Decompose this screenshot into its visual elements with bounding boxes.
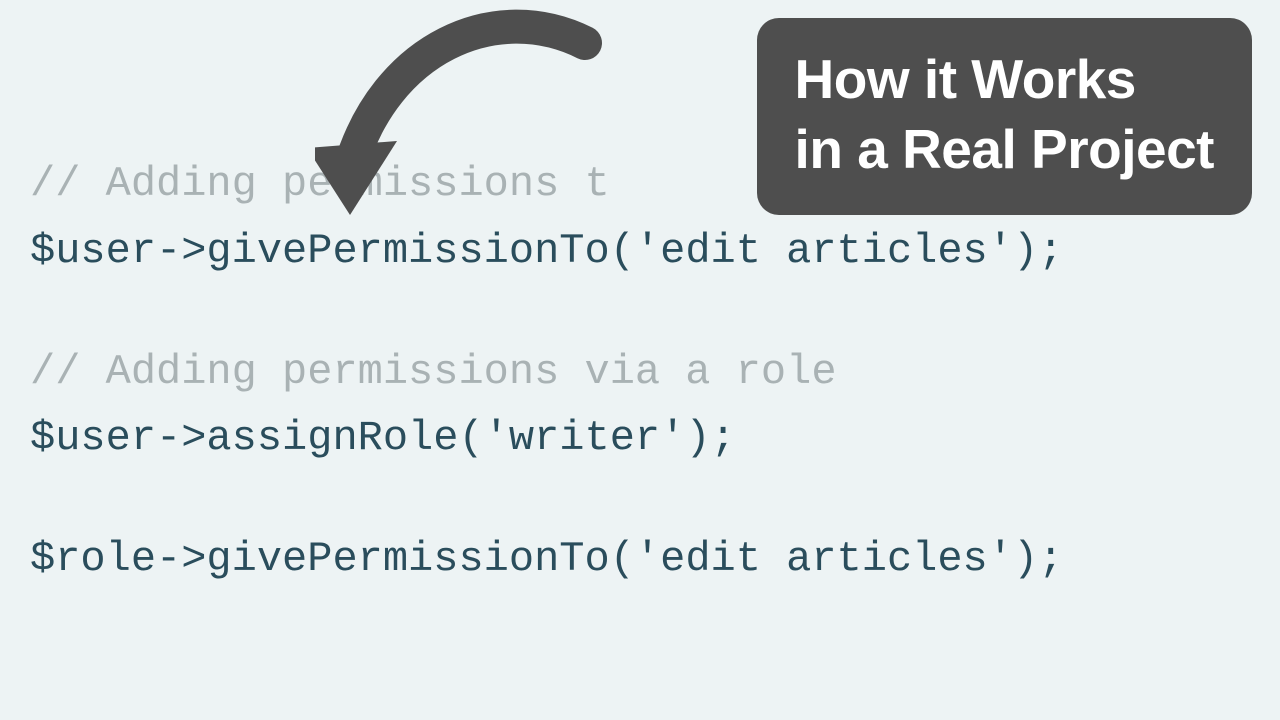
code-string: 'edit articles' — [635, 227, 1013, 275]
callout-line-2: in a Real Project — [795, 114, 1214, 184]
code-string: 'edit articles' — [635, 535, 1013, 583]
code-text: ); — [685, 414, 735, 462]
callout-box: How it Works in a Real Project — [757, 18, 1252, 215]
code-line-1: $user->givePermissionTo('edit articles')… — [30, 222, 1250, 281]
code-text: $role->givePermissionTo( — [30, 535, 635, 583]
code-line-3: $role->givePermissionTo('edit articles')… — [30, 530, 1250, 589]
code-line-2: $user->assignRole('writer'); — [30, 409, 1250, 468]
code-text: $user->givePermissionTo( — [30, 227, 635, 275]
code-text: ); — [1013, 227, 1063, 275]
code-text: ); — [1013, 535, 1063, 583]
code-string: 'writer' — [484, 414, 686, 462]
code-comment-2: // Adding permissions via a role — [30, 343, 1250, 402]
callout-line-1: How it Works — [795, 44, 1214, 114]
code-text: $user->assignRole( — [30, 414, 484, 462]
blank-line — [30, 289, 1250, 343]
blank-line — [30, 476, 1250, 530]
